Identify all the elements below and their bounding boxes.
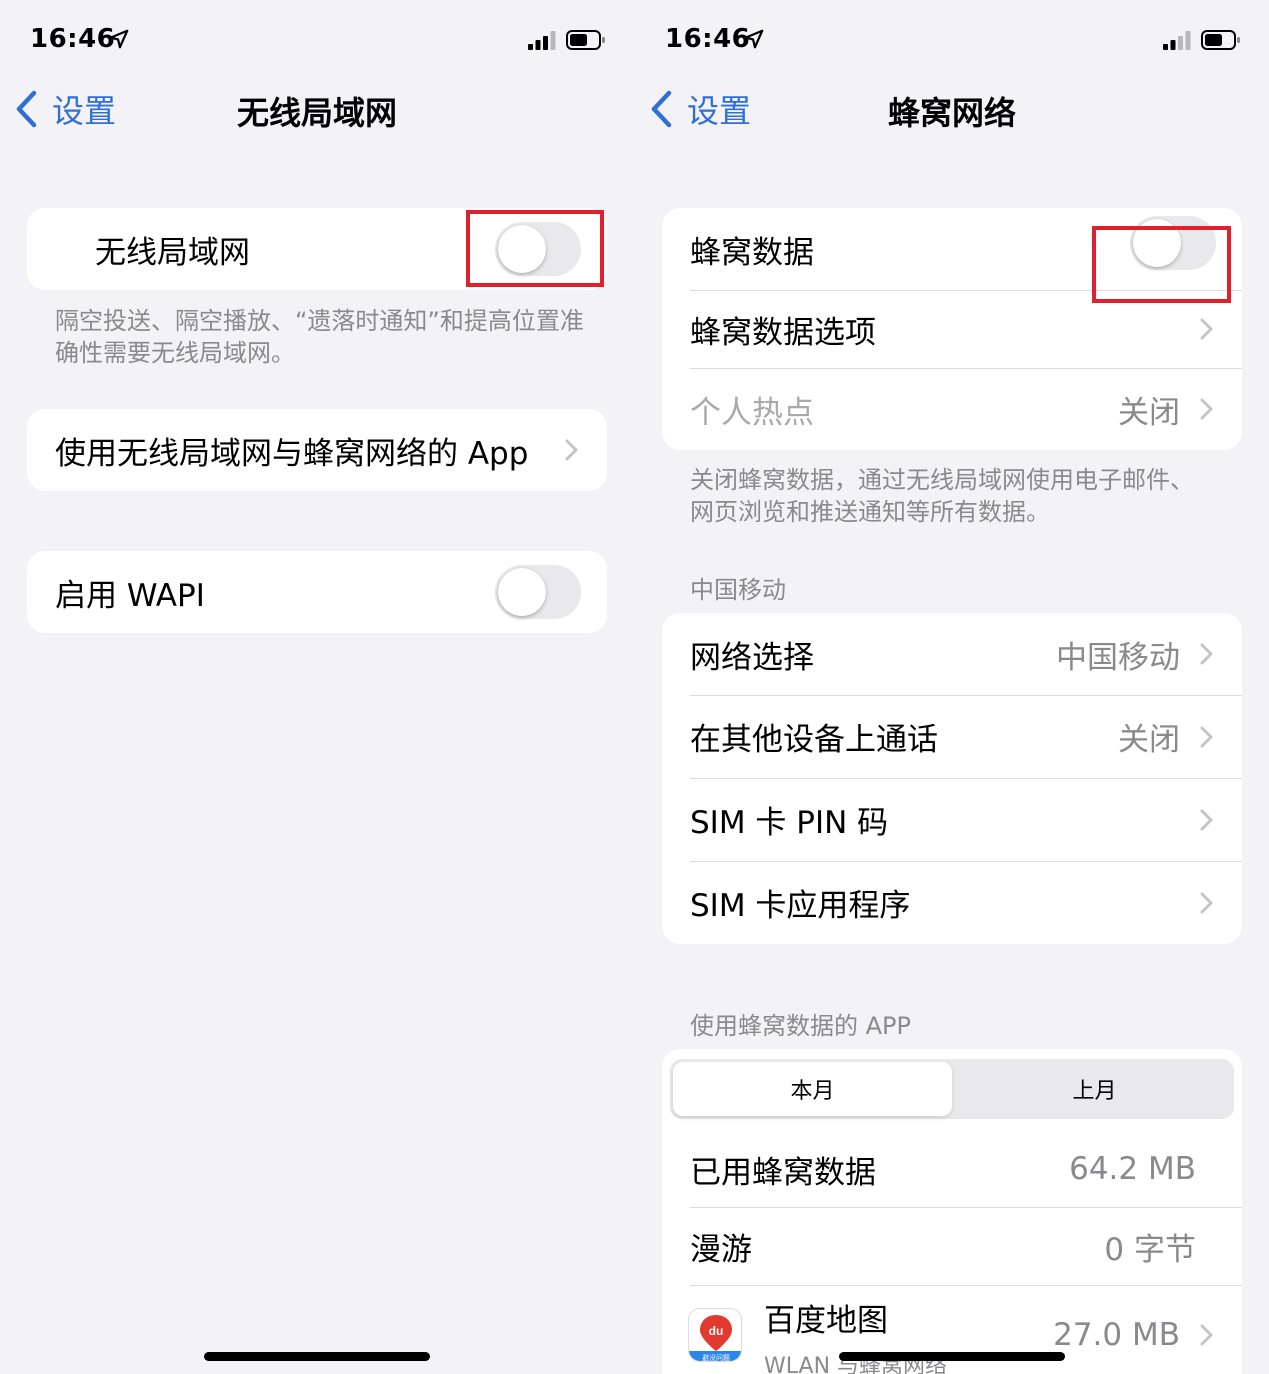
segment-last-month[interactable]: 上月 [955,1059,1234,1119]
wlan-label: 无线局域网 [95,234,250,271]
chevron-right-icon [1200,892,1213,913]
battery-icon [566,30,605,50]
cellular-data-options-row[interactable]: 蜂窝数据选项 [662,290,1242,368]
cellular-footnote: 关闭蜂窝数据，通过无线局域网使用电子邮件、网页浏览和推送通知等所有数据。 [690,466,1194,526]
chevron-right-icon [565,439,578,461]
wapi-label: 启用 WAPI [55,577,205,614]
home-indicator [839,1352,1065,1361]
wlan-footnote: 隔空投送、隔空播放、“遗落时通知”和提高位置准确性需要无线局域网。 [55,307,584,367]
cellular-data-label: 蜂窝数据 [690,234,814,271]
app-name: 百度地图 [764,1303,888,1339]
status-time: 16:46 [30,24,116,54]
hotspot-label: 个人热点 [690,394,814,431]
page-title: 蜂窝网络 [887,94,1016,132]
used-data-label: 已用蜂窝数据 [690,1154,876,1191]
toggle-knob [498,225,546,273]
toggle-knob [1133,219,1181,267]
apps-group: 使用无线局域网与蜂窝网络的 App [27,409,607,491]
calls-other-devices-value: 关闭 [1118,722,1180,758]
cellular-data-row: 蜂窝数据 [662,208,1242,290]
wapi-row: 启用 WAPI [27,551,607,633]
carrier-section-header: 中国移动 [690,576,786,604]
baidu-maps-app-icon: du 避没问题 [688,1308,742,1362]
hotspot-value: 关闭 [1118,394,1180,431]
wlan-row: 无线局域网 [27,208,607,290]
carrier-group: 网络选择 中国移动 在其他设备上通话 关闭 SIM 卡 PIN 码 SIM 卡应… [662,613,1242,944]
map-pin-icon: du 避没问题 [689,1315,741,1362]
status-time: 16:46 [665,24,751,54]
wapi-group: 启用 WAPI [27,551,607,633]
cellular-data-toggle[interactable] [1130,216,1216,270]
roaming-row: 漫游 0 字节 [662,1207,1242,1285]
navigation-bar: 设置 无线局域网 [0,80,634,140]
roaming-label: 漫游 [690,1231,752,1268]
sim-apps-label: SIM 卡应用程序 [690,888,911,924]
cellular-settings-screen: 16:46 设置 蜂窝网络 蜂窝数据 蜂窝数据选项 个人热点 关闭 关闭蜂窝数据… [635,0,1269,1374]
status-bar: 16:46 [30,22,606,58]
used-data-value: 64.2 MB [1069,1151,1196,1187]
calls-other-devices-label: 在其他设备上通话 [690,722,938,758]
page-title: 无线局域网 [236,94,397,132]
wlan-toggle[interactable] [495,222,581,276]
app-icon-caption: 避没问题 [702,1353,730,1362]
location-arrow-icon [744,29,764,49]
usage-group: 本月 上月 已用蜂窝数据 64.2 MB 漫游 0 字节 du 避没问题 百度地… [662,1049,1242,1374]
network-selection-label: 网络选择 [690,639,814,676]
personal-hotspot-row[interactable]: 个人热点 关闭 [662,368,1242,450]
sim-pin-label: SIM 卡 PIN 码 [690,805,889,841]
status-bar: 16:46 [665,22,1241,58]
location-arrow-icon [109,29,129,49]
network-selection-value: 中国移动 [1056,639,1180,676]
period-segmented-control: 本月 上月 [670,1059,1234,1119]
wapi-toggle[interactable] [495,565,581,619]
apps-section-header: 使用蜂窝数据的 APP [690,1012,911,1040]
battery-icon [1201,30,1240,50]
sim-pin-row[interactable]: SIM 卡 PIN 码 [662,778,1242,861]
cellular-signal-icon [528,31,556,50]
app-icon-text: du [709,1324,724,1338]
cellular-group: 蜂窝数据 蜂窝数据选项 个人热点 关闭 [662,208,1242,450]
navigation-bar: 设置 蜂窝网络 [635,80,1269,140]
apps-using-wlan-cellular-row[interactable]: 使用无线局域网与蜂窝网络的 App [27,409,607,491]
roaming-value: 0 字节 [1104,1231,1196,1268]
used-cellular-data-row: 已用蜂窝数据 64.2 MB [662,1131,1242,1207]
chevron-right-icon [1200,726,1213,747]
chevron-right-icon [1200,643,1213,665]
network-selection-row[interactable]: 网络选择 中国移动 [662,613,1242,695]
app-usage-value: 27.0 MB [1053,1317,1180,1353]
chevron-right-icon [1200,1324,1213,1346]
wlan-group: 无线局域网 [27,208,607,290]
home-indicator [204,1352,430,1361]
chevron-right-icon [1200,809,1213,830]
sim-apps-row[interactable]: SIM 卡应用程序 [662,861,1242,944]
wlan-settings-screen: 16:46 设置 无线局域网 无线局域网 隔空投送、隔空播放、“遗落时通知”和提… [0,0,634,1374]
apps-row-label: 使用无线局域网与蜂窝网络的 App [55,435,529,472]
cellular-signal-icon [1163,31,1191,50]
calls-other-devices-row[interactable]: 在其他设备上通话 关闭 [662,695,1242,778]
chevron-right-icon [1200,398,1213,420]
chevron-right-icon [1200,318,1213,340]
toggle-knob [498,568,546,616]
cellular-options-label: 蜂窝数据选项 [690,314,876,351]
segment-this-month[interactable]: 本月 [673,1062,952,1116]
app-text-block: 百度地图 WLAN 与蜂窝网络 [764,1295,947,1374]
